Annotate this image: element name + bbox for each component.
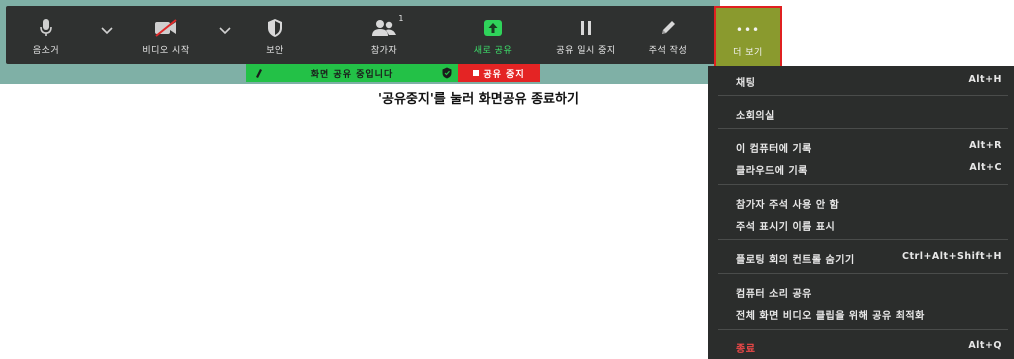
menu-item-end[interactable]: 종료 Alt+Q (708, 336, 1014, 356)
mute-label: 음소거 (32, 45, 60, 56)
start-video-label: 비디오 시작 (142, 45, 190, 56)
participants-icon: 1 (371, 14, 404, 41)
stop-share-label: 공유 중지 (483, 69, 525, 80)
chevron-down-icon (101, 27, 113, 35)
menu-divider (718, 239, 1008, 240)
video-options-caret[interactable] (218, 24, 232, 38)
audio-options-caret[interactable] (100, 24, 114, 38)
microphone-icon (39, 15, 53, 41)
participants-label: 참가자 (370, 45, 398, 56)
sharing-status-text: 화면 공유 중입니다 (310, 69, 394, 80)
participants-count: 1 (398, 13, 404, 23)
menu-item-hide-floating-controls[interactable]: 플로팅 회의 컨트롤 숨기기 Ctrl+Alt+Shift+H (708, 247, 1014, 267)
meeting-toolbar: 음소거 비디오 시작 보안 1 참가자 새로 공유 공유 일시 중지 주석 작성… (6, 6, 782, 68)
security-button[interactable]: 보안 (252, 6, 298, 64)
video-off-icon (153, 15, 179, 41)
menu-item-show-annotator-names[interactable]: 주석 표시기 이름 표시 (708, 214, 1014, 234)
menu-item-breakout-rooms[interactable]: 소회의실 (708, 103, 1014, 123)
instruction-annotation: '공유중지'를 눌러 화면공유 종료하기 (378, 92, 579, 107)
participants-button[interactable]: 1 참가자 (360, 6, 408, 64)
menu-divider (718, 95, 1008, 96)
menu-item-record-cloud[interactable]: 클라우드에 기록 Alt+C (708, 158, 1014, 178)
more-button[interactable]: ••• 더 보기 (714, 6, 782, 68)
pause-share-button[interactable]: 공유 일시 중지 (548, 6, 624, 64)
more-menu: 채팅 Alt+H 소회의실 이 컴퓨터에 기록 Alt+R 클라우드에 기록 A… (708, 66, 1014, 359)
sharing-status: 화면 공유 중입니다 (246, 64, 458, 82)
menu-item-chat[interactable]: 채팅 Alt+H (708, 70, 1014, 90)
share-up-arrow-icon (483, 15, 503, 41)
new-share-button[interactable]: 새로 공유 (470, 6, 516, 64)
screen-share-bar: 화면 공유 중입니다 공유 중지 (246, 64, 540, 82)
menu-divider (718, 329, 1008, 330)
start-video-button[interactable]: 비디오 시작 (132, 6, 200, 64)
menu-item-record-local[interactable]: 이 컴퓨터에 기록 Alt+R (708, 136, 1014, 156)
new-share-label: 새로 공유 (473, 45, 513, 56)
menu-item-share-computer-sound[interactable]: 컴퓨터 소리 공유 (708, 281, 1014, 301)
more-label: 더 보기 (733, 47, 763, 58)
annotate-label: 주석 작성 (648, 45, 688, 56)
drag-grip-icon[interactable] (254, 67, 264, 82)
menu-item-disable-annotation[interactable]: 참가자 주석 사용 안 함 (708, 192, 1014, 212)
menu-divider (718, 273, 1008, 274)
stop-square-icon (473, 70, 480, 76)
pencil-icon (659, 15, 677, 41)
pause-share-label: 공유 일시 중지 (556, 45, 616, 56)
menu-divider (718, 184, 1008, 185)
annotate-button[interactable]: 주석 작성 (642, 6, 694, 64)
security-label: 보안 (266, 45, 284, 56)
stop-share-button[interactable]: 공유 중지 (458, 64, 540, 82)
shield-icon (442, 67, 452, 82)
mute-button[interactable]: 음소거 (28, 6, 64, 64)
menu-divider (718, 128, 1008, 129)
pause-icon (579, 15, 593, 41)
chevron-down-icon (219, 27, 231, 35)
menu-item-optimize-video-share[interactable]: 전체 화면 비디오 클립을 위해 공유 최적화 (708, 303, 1014, 323)
more-dots-icon: ••• (735, 22, 761, 37)
shield-icon (267, 15, 283, 41)
